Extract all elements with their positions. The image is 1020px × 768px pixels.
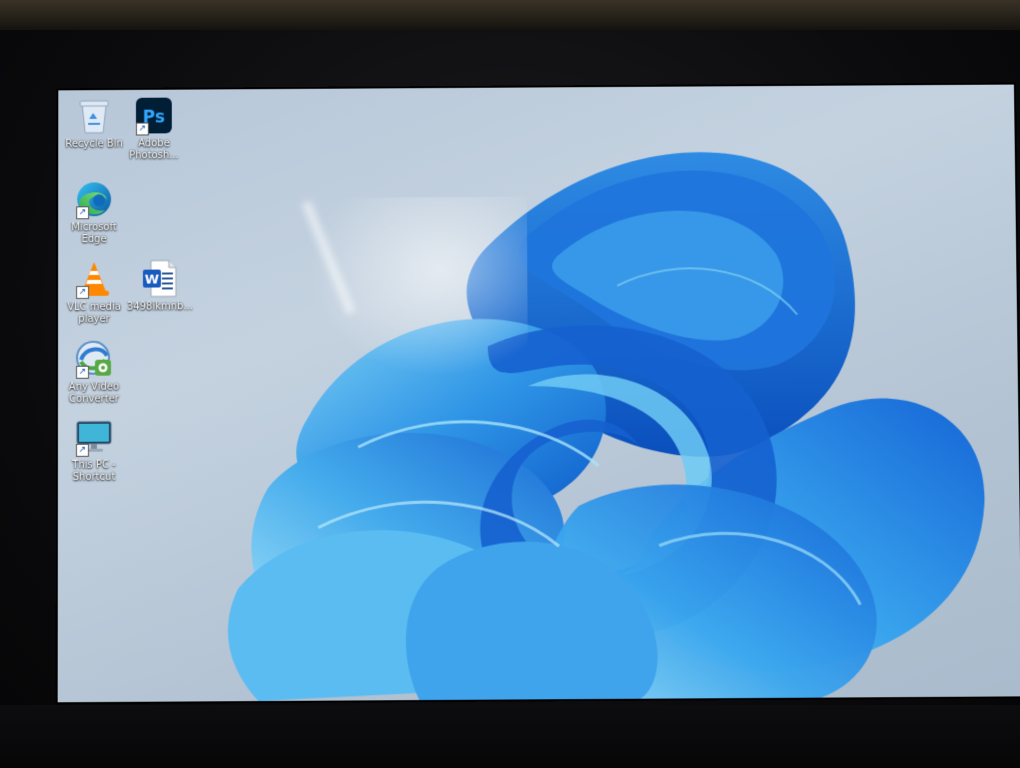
monitor-photo: Recycle Bin Ps ↗ Adobe Photosh... ↗ Micr…: [0, 0, 1020, 768]
vlc-cone-icon: ↗: [74, 259, 114, 299]
shortcut-arrow-icon: ↗: [76, 206, 90, 220]
desktop-icon-this-pc[interactable]: ↗ This PC - Shortcut: [60, 417, 128, 485]
desktop-icon-vlc-media-player[interactable]: ↗ VLC media player: [60, 259, 128, 326]
desktop-icon-word-document[interactable]: W 3498ikmnb...: [126, 258, 194, 313]
monitor-icon: ↗: [74, 417, 114, 457]
any-video-converter-icon: ↗: [74, 339, 114, 379]
desktop-icon-label: Adobe Photosh...: [129, 138, 179, 162]
desktop-icon-label: Recycle Bin: [65, 138, 123, 150]
edge-icon: ↗: [74, 179, 114, 220]
desktop-icon-label: Any Video Converter: [68, 381, 120, 405]
desktop-icon-adobe-photoshop[interactable]: Ps ↗ Adobe Photosh...: [120, 96, 188, 163]
monitor-bezel-top: [0, 0, 1020, 30]
shortcut-arrow-icon: ↗: [76, 365, 90, 379]
recycle-bin-icon: [74, 96, 114, 136]
desktop-icon-grid: Recycle Bin Ps ↗ Adobe Photosh... ↗ Micr…: [58, 89, 219, 702]
desktop-screen[interactable]: Recycle Bin Ps ↗ Adobe Photosh... ↗ Micr…: [57, 84, 1020, 703]
desktop-icon-microsoft-edge[interactable]: ↗ Microsoft Edge: [60, 179, 128, 246]
word-document-icon: W: [140, 258, 180, 298]
desktop-icon-label: VLC media player: [67, 301, 121, 325]
shortcut-arrow-icon: ↗: [75, 443, 89, 457]
shortcut-arrow-icon: ↗: [76, 285, 90, 299]
desktop-icon-recycle-bin[interactable]: Recycle Bin: [60, 96, 128, 151]
desktop-icon-label: This PC - Shortcut: [72, 459, 116, 483]
desktop-icon-label: Microsoft Edge: [71, 222, 117, 246]
svg-text:W: W: [145, 273, 159, 288]
desktop-icon-any-video-converter[interactable]: ↗ Any Video Converter: [60, 339, 128, 406]
monitor-bezel-bottom: [0, 705, 1020, 768]
photoshop-icon: Ps ↗: [134, 96, 174, 136]
desktop-icon-label: 3498ikmnb...: [126, 301, 193, 313]
shortcut-arrow-icon: ↗: [135, 122, 149, 136]
